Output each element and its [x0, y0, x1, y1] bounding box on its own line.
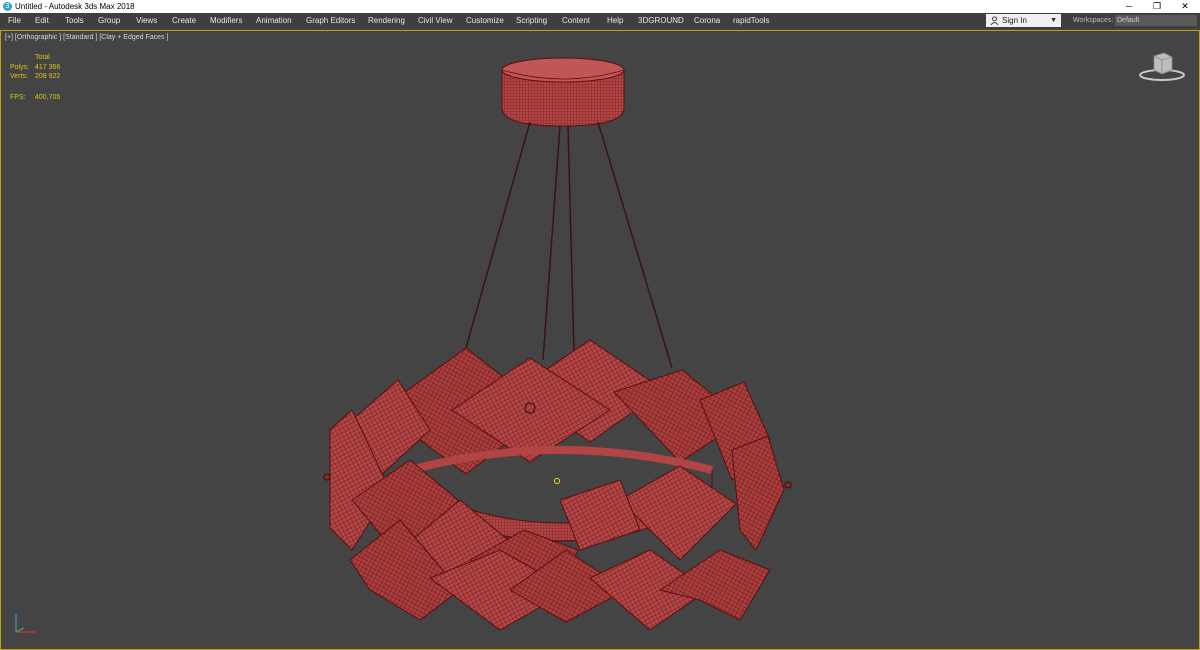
- menu-rendering[interactable]: Rendering: [368, 15, 405, 27]
- verts-value: 208 922: [35, 73, 61, 80]
- maximize-button[interactable]: ❐: [1142, 0, 1172, 13]
- menu-views[interactable]: Views: [136, 15, 157, 27]
- menu-rapidtools[interactable]: rapidTools: [733, 15, 769, 27]
- close-button[interactable]: ✕: [1170, 0, 1200, 13]
- polys-label: Polys:: [10, 64, 30, 71]
- scene-wireframe[interactable]: [0, 30, 1200, 648]
- menu-animation[interactable]: Animation: [256, 15, 292, 27]
- suspension-wires: [465, 121, 673, 369]
- workspaces-label: Workspaces:: [1073, 17, 1114, 24]
- fps-value: 400,705: [35, 94, 61, 101]
- polys-value: 417 366: [35, 64, 61, 71]
- title-bar: 3 Untitled - Autodesk 3ds Max 2018 ─ ❐ ✕: [0, 0, 1200, 13]
- viewcube-icon[interactable]: [1136, 48, 1188, 84]
- axis-gizmo-icon: [15, 614, 36, 633]
- chevron-down-icon: ▼: [1050, 17, 1057, 24]
- menu-help[interactable]: Help: [607, 15, 623, 27]
- workspaces-select[interactable]: Default: [1115, 15, 1197, 26]
- menu-content[interactable]: Content: [562, 15, 590, 27]
- window-title: Untitled - Autodesk 3ds Max 2018: [15, 2, 135, 11]
- pivot-marker: [553, 477, 561, 485]
- stats-header: Total: [35, 54, 50, 61]
- fps-label: FPS:: [10, 94, 26, 101]
- canopy: [501, 57, 625, 127]
- menu-edit[interactable]: Edit: [35, 15, 49, 27]
- viewport-label[interactable]: [+] [Orthographic ] [Standard ] [Clay + …: [5, 33, 168, 43]
- menu-group[interactable]: Group: [98, 15, 120, 27]
- menu-create[interactable]: Create: [172, 15, 196, 27]
- menu-civil-view[interactable]: Civil View: [418, 15, 453, 27]
- sign-in-label: Sign In: [1002, 16, 1027, 25]
- sign-in-dropdown[interactable]: Sign In ▼: [986, 14, 1061, 27]
- menu-scripting[interactable]: Scripting: [516, 15, 547, 27]
- minimize-button[interactable]: ─: [1114, 0, 1144, 13]
- menu-tools[interactable]: Tools: [65, 15, 84, 27]
- user-icon: [990, 16, 999, 25]
- menu-customize[interactable]: Customize: [466, 15, 504, 27]
- app-logo-icon: 3: [3, 2, 12, 11]
- menu-graph-editors[interactable]: Graph Editors: [306, 15, 355, 27]
- verts-label: Verts:: [10, 73, 28, 80]
- menu-3dground[interactable]: 3DGROUND: [638, 15, 684, 27]
- menu-file[interactable]: File: [8, 15, 21, 27]
- menu-corona[interactable]: Corona: [694, 15, 720, 27]
- menu-modifiers[interactable]: Modifiers: [210, 15, 242, 27]
